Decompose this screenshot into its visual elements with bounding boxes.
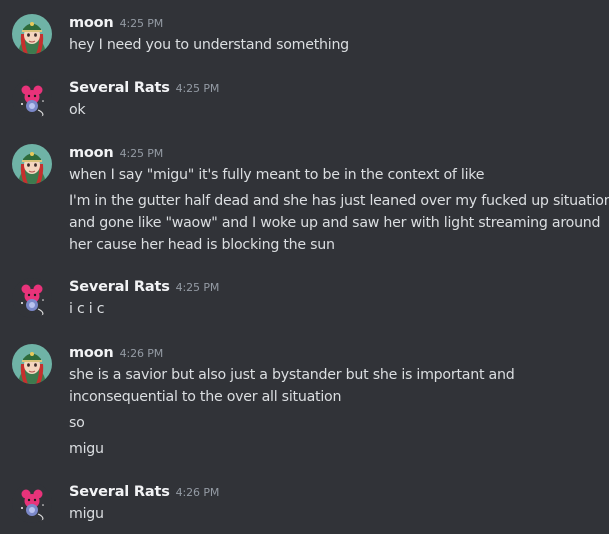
message-header: Several Rats 4:26 PM [69,481,219,503]
message-header: Several Rats 4:25 PM [69,276,219,298]
timestamp[interactable]: 4:25 PM [120,17,164,30]
message-text: inconsequential to the over all situatio… [69,389,342,405]
author-name[interactable]: Several Rats [69,80,170,96]
message-text: she is a savior but also just a bystande… [69,367,515,383]
message-text: and gone like "waow" and I woke up and s… [69,215,601,231]
author-name[interactable]: Several Rats [69,484,170,500]
timestamp[interactable]: 4:26 PM [120,347,164,360]
message-text: her cause her head is blocking the sun [69,237,335,253]
message-header: Several Rats 4:25 PM [69,77,219,99]
message-text: hey I need you to understand something [69,37,349,53]
message-text: when I say "migu" it's fully meant to be… [69,167,485,183]
message-text: ok [69,102,86,118]
rat-avatar-icon[interactable] [12,278,52,318]
timestamp[interactable]: 4:25 PM [176,281,220,294]
message-text: migu [69,506,104,522]
message-header: moon 4:25 PM [69,12,163,34]
message-text: I'm in the gutter half dead and she has … [69,193,609,209]
rat-avatar-icon[interactable] [12,79,52,119]
message-text: migu [69,441,104,457]
message-header: moon 4:25 PM [69,142,163,164]
message-header: moon 4:26 PM [69,342,163,364]
message-text: so [69,415,85,431]
timestamp[interactable]: 4:25 PM [120,147,164,160]
timestamp[interactable]: 4:26 PM [176,486,220,499]
message-text: i c i c [69,301,105,317]
timestamp[interactable]: 4:25 PM [176,82,220,95]
author-name[interactable]: moon [69,15,114,31]
author-name[interactable]: Several Rats [69,279,170,295]
author-name[interactable]: moon [69,145,114,161]
moon-avatar-icon[interactable] [12,14,52,54]
moon-avatar-icon[interactable] [12,344,52,384]
rat-avatar-icon[interactable] [12,483,52,523]
chat-message-list: moon 4:25 PM hey I need you to understand… [0,0,609,534]
moon-avatar-icon[interactable] [12,144,52,184]
author-name[interactable]: moon [69,345,114,361]
